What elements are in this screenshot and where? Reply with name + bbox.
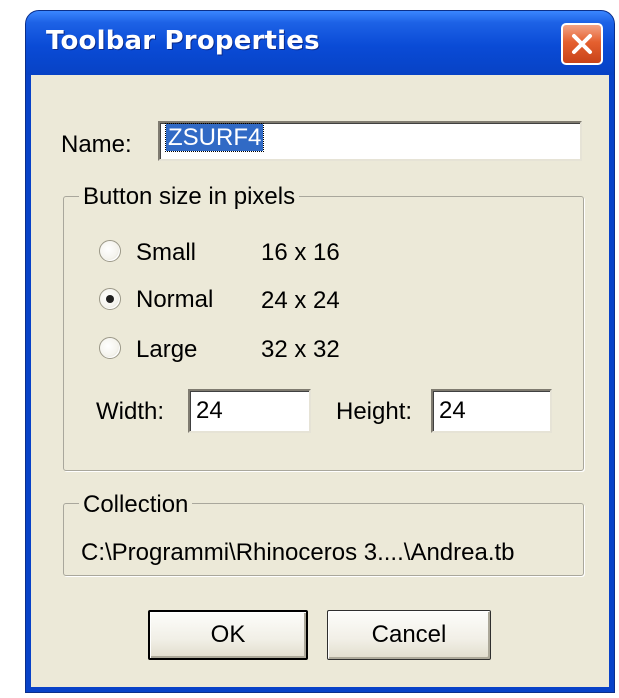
height-input[interactable]: 24	[431, 389, 552, 433]
dialog-title: Toolbar Properties	[46, 26, 320, 56]
button-size-legend: Button size in pixels	[79, 185, 300, 209]
width-label: Width:	[96, 398, 165, 425]
height-label: Height:	[336, 398, 413, 425]
close-button[interactable]	[561, 23, 603, 65]
collection-path: C:\Programmi\Rhinoceros 3....\Andrea.tb	[81, 539, 515, 566]
small-size-value: 16 x 16	[261, 239, 340, 266]
radio-normal-label[interactable]: Normal	[136, 288, 213, 312]
dialog-body: Name: ZSURF4 Button size in pixels Small…	[31, 75, 609, 687]
close-icon	[572, 34, 592, 54]
title-bar[interactable]: Toolbar Properties	[26, 11, 614, 75]
radio-large[interactable]	[99, 337, 121, 359]
width-input-value: 24	[196, 397, 223, 424]
name-input-value: ZSURF4	[164, 123, 265, 152]
cancel-button[interactable]: Cancel	[327, 610, 491, 660]
width-input[interactable]: 24	[188, 389, 311, 433]
collection-legend: Collection	[79, 493, 193, 517]
dialog-window: Toolbar Properties Name: ZSURF4 Button s…	[25, 10, 615, 693]
ok-button[interactable]: OK	[148, 610, 308, 660]
radio-selected-dot	[106, 295, 114, 303]
radio-large-label[interactable]: Large	[136, 338, 197, 362]
large-size-value: 32 x 32	[261, 336, 340, 363]
height-input-value: 24	[439, 397, 466, 424]
radio-small-label[interactable]: Small	[136, 241, 196, 265]
radio-normal[interactable]	[99, 288, 121, 310]
name-label: Name:	[61, 131, 132, 158]
radio-small[interactable]	[99, 240, 121, 262]
normal-size-value: 24 x 24	[261, 287, 340, 314]
name-input[interactable]: ZSURF4	[158, 121, 582, 161]
